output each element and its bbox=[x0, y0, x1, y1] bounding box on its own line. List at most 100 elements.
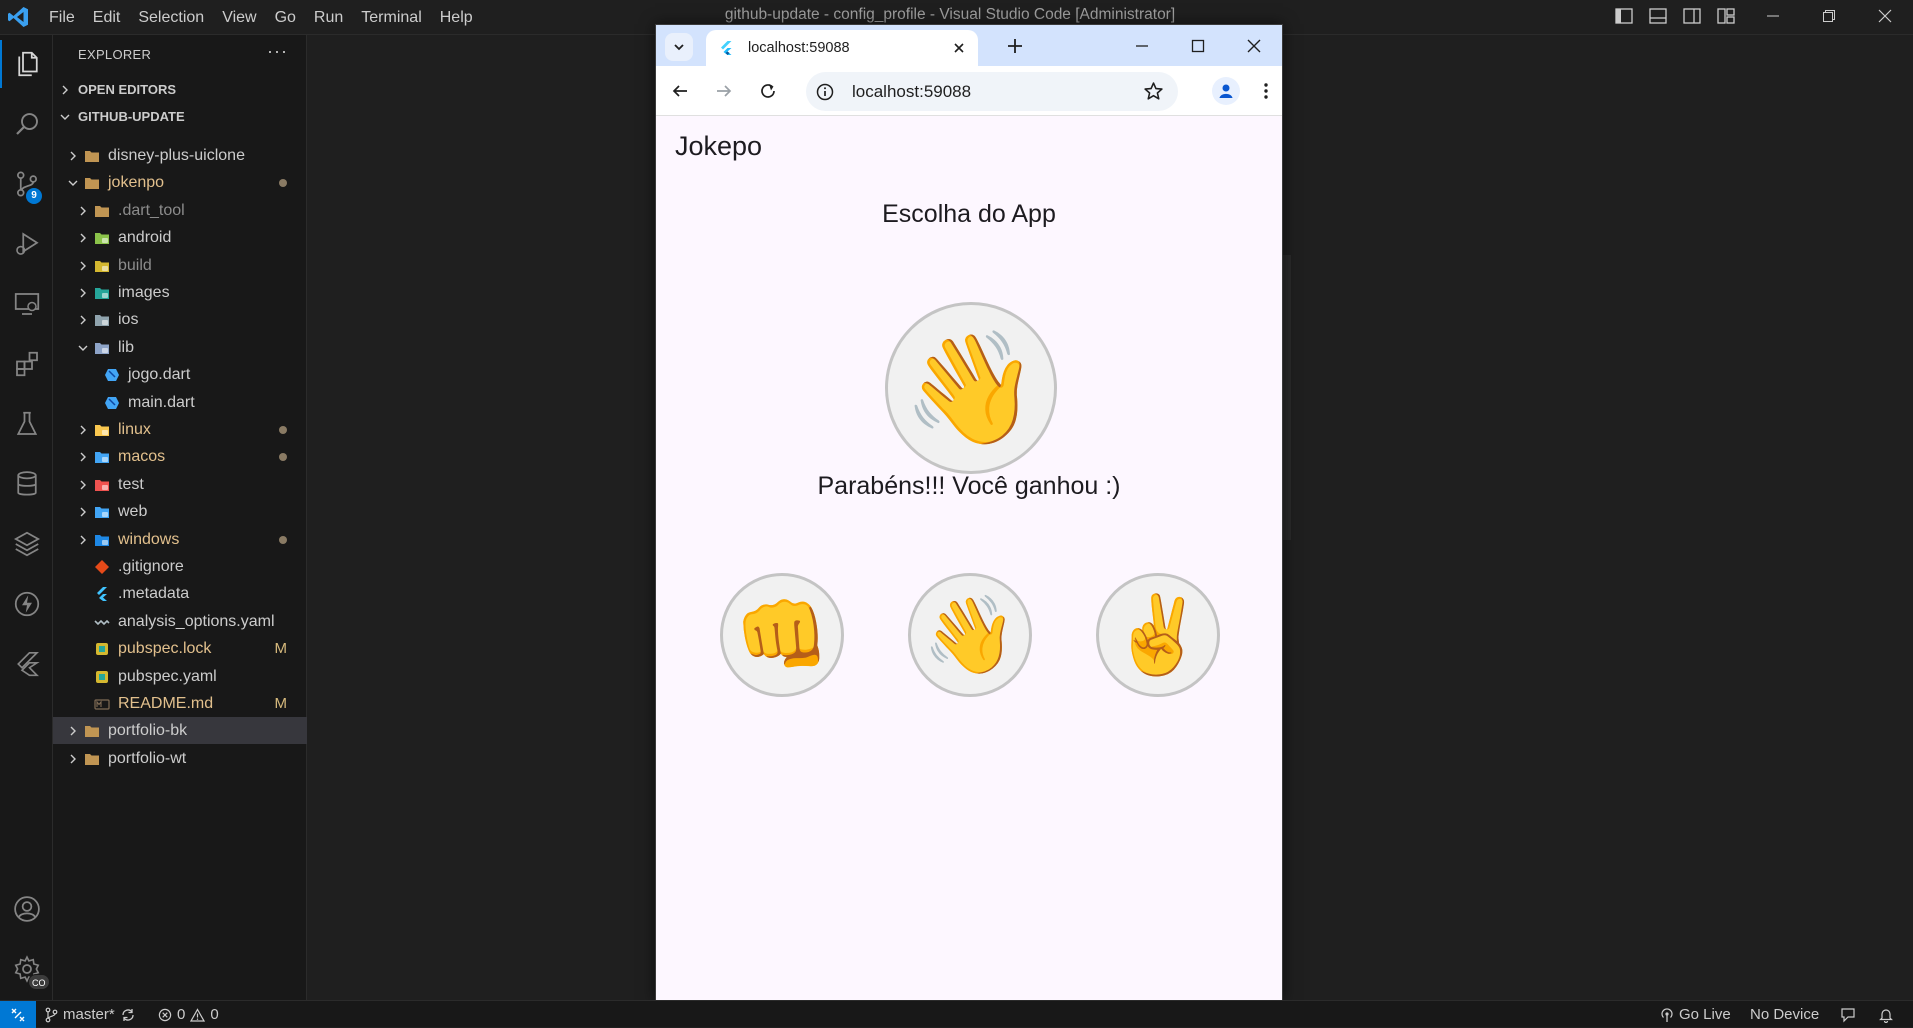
flutter-icon[interactable] bbox=[0, 640, 53, 688]
folder-row-portfolio-bk[interactable]: portfolio-bk bbox=[53, 717, 307, 744]
sync-icon[interactable] bbox=[120, 1007, 136, 1023]
url-text[interactable]: localhost:59088 bbox=[852, 72, 971, 111]
file-row-main-dart[interactable]: main.dart bbox=[53, 389, 307, 416]
chevron-right-icon bbox=[80, 206, 86, 216]
remote-explorer-icon[interactable] bbox=[0, 280, 53, 328]
folder-row-android[interactable]: android bbox=[53, 224, 307, 251]
browser-window: localhost:59088 localhost:59088 Jokepo E… bbox=[655, 24, 1283, 1001]
search-icon[interactable] bbox=[0, 100, 53, 148]
source-control-icon[interactable]: 9 bbox=[0, 160, 53, 208]
folder-row-ios[interactable]: ios bbox=[53, 306, 307, 333]
editor-scrollbar[interactable] bbox=[1283, 255, 1291, 540]
bookmark-star-icon[interactable] bbox=[1143, 81, 1164, 102]
restore-icon[interactable] bbox=[1801, 0, 1857, 32]
menu-run[interactable]: Run bbox=[305, 0, 352, 35]
menu-selection[interactable]: Selection bbox=[129, 0, 213, 35]
address-bar[interactable]: localhost:59088 bbox=[806, 72, 1178, 111]
file-row-pubspec-lock[interactable]: pubspec.lock M bbox=[53, 635, 307, 662]
folder-row-linux[interactable]: linux bbox=[53, 416, 307, 443]
layout-controls bbox=[1612, 4, 1738, 28]
database-icon[interactable] bbox=[0, 460, 53, 508]
tree-item-label: pubspec.lock bbox=[118, 640, 212, 657]
folder-row-portfolio-wt[interactable]: portfolio-wt bbox=[53, 745, 307, 772]
more-actions-icon[interactable]: ··· bbox=[267, 41, 288, 62]
file-row-pubspec-yaml[interactable]: pubspec.yaml bbox=[53, 663, 307, 690]
folder-row-web[interactable]: web bbox=[53, 498, 307, 525]
back-arrow-icon[interactable] bbox=[668, 79, 692, 103]
folder-row-jokenpo[interactable]: jokenpo bbox=[53, 169, 307, 196]
menu-edit[interactable]: Edit bbox=[84, 0, 130, 35]
layers-icon[interactable] bbox=[0, 520, 53, 568]
remote-indicator[interactable] bbox=[0, 1001, 36, 1028]
new-tab-icon[interactable] bbox=[1004, 35, 1026, 57]
menu-view[interactable]: View bbox=[213, 0, 265, 35]
tab-title: localhost:59088 bbox=[748, 40, 850, 56]
browser-maximize-icon[interactable] bbox=[1170, 25, 1226, 66]
toggle-primary-sidebar-icon[interactable] bbox=[1612, 4, 1636, 28]
close-window-icon[interactable] bbox=[1857, 0, 1913, 32]
menu-go[interactable]: Go bbox=[266, 0, 305, 35]
error-count: 0 bbox=[177, 1006, 186, 1023]
extensions-icon[interactable] bbox=[0, 340, 53, 388]
lightning-icon[interactable] bbox=[0, 580, 53, 628]
minimize-icon[interactable] bbox=[1745, 0, 1801, 32]
option-papel-button[interactable]: 👋 bbox=[908, 573, 1032, 697]
reload-icon[interactable] bbox=[756, 79, 780, 103]
browser-tab[interactable]: localhost:59088 bbox=[706, 30, 978, 66]
device-label: No Device bbox=[1750, 1006, 1820, 1023]
option-pedra-button[interactable]: 👊 bbox=[720, 573, 844, 697]
explorer-title: EXPLORER bbox=[78, 47, 152, 62]
device-selector[interactable]: No Device bbox=[1750, 1001, 1819, 1028]
file-row-metadata[interactable]: .metadata bbox=[53, 580, 307, 607]
open-editors-section[interactable]: OPEN EDITORS bbox=[53, 77, 307, 103]
branch-status[interactable]: master* bbox=[44, 1001, 136, 1028]
folder-row-lib[interactable]: lib bbox=[53, 334, 307, 361]
manage-gear-icon[interactable]: CO bbox=[0, 945, 53, 993]
file-row-gitignore[interactable]: .gitignore bbox=[53, 553, 307, 580]
folder-row-build[interactable]: build bbox=[53, 252, 307, 279]
problems-status[interactable]: 0 0 bbox=[158, 1001, 219, 1028]
run-debug-icon[interactable] bbox=[0, 220, 53, 268]
browser-menu-icon[interactable] bbox=[1254, 79, 1278, 103]
app-choice-image: 👋 bbox=[885, 302, 1057, 474]
menu-file[interactable]: File bbox=[40, 0, 84, 35]
toggle-panel-icon[interactable] bbox=[1646, 4, 1670, 28]
folder-row-disney-plus-uiclone[interactable]: disney-plus-uiclone bbox=[53, 142, 307, 169]
folder-row-windows[interactable]: windows bbox=[53, 526, 307, 553]
warning-count: 0 bbox=[210, 1006, 219, 1023]
chevron-right-icon bbox=[80, 261, 86, 271]
tree-item-label: jokenpo bbox=[108, 174, 165, 191]
folder-row-macos[interactable]: macos bbox=[53, 443, 307, 470]
go-live-button[interactable]: Go Live bbox=[1660, 1001, 1731, 1028]
tree-item-label: ios bbox=[118, 311, 139, 328]
notifications-button[interactable] bbox=[1878, 1001, 1894, 1028]
tab-search-button[interactable] bbox=[665, 33, 693, 61]
close-tab-icon[interactable] bbox=[950, 39, 968, 57]
browser-minimize-icon[interactable] bbox=[1114, 25, 1170, 66]
toggle-secondary-sidebar-icon[interactable] bbox=[1680, 4, 1704, 28]
site-info-icon[interactable] bbox=[815, 82, 835, 102]
file-row-readme-md[interactable]: README.md M bbox=[53, 690, 307, 717]
option-tesoura-button[interactable]: ✌️ bbox=[1096, 573, 1220, 697]
file-row-analysis-options-yaml[interactable]: analysis_options.yaml bbox=[53, 608, 307, 635]
chevron-right-icon bbox=[70, 726, 76, 736]
workspace-label: GITHUB-UPDATE bbox=[78, 109, 185, 124]
tree-item-label: .dart_tool bbox=[118, 202, 185, 219]
browser-close-icon[interactable] bbox=[1226, 25, 1282, 66]
folder-row-test[interactable]: test bbox=[53, 471, 307, 498]
modified-dot bbox=[279, 426, 287, 434]
menu-help[interactable]: Help bbox=[431, 0, 482, 35]
feedback-button[interactable] bbox=[1840, 1001, 1856, 1028]
account-icon[interactable] bbox=[0, 885, 53, 933]
folder-row-dart-tool[interactable]: .dart_tool bbox=[53, 197, 307, 224]
testing-icon[interactable] bbox=[0, 400, 53, 448]
forward-arrow-icon[interactable] bbox=[712, 79, 736, 103]
tree-item-label: .metadata bbox=[118, 585, 190, 602]
profile-avatar-icon[interactable] bbox=[1212, 77, 1240, 105]
file-row-jogo-dart[interactable]: jogo.dart bbox=[53, 361, 307, 388]
explorer-icon[interactable] bbox=[0, 40, 53, 88]
folder-row-images[interactable]: images bbox=[53, 279, 307, 306]
menu-terminal[interactable]: Terminal bbox=[352, 0, 430, 35]
workspace-section[interactable]: GITHUB-UPDATE bbox=[53, 104, 307, 130]
customize-layout-icon[interactable] bbox=[1714, 4, 1738, 28]
